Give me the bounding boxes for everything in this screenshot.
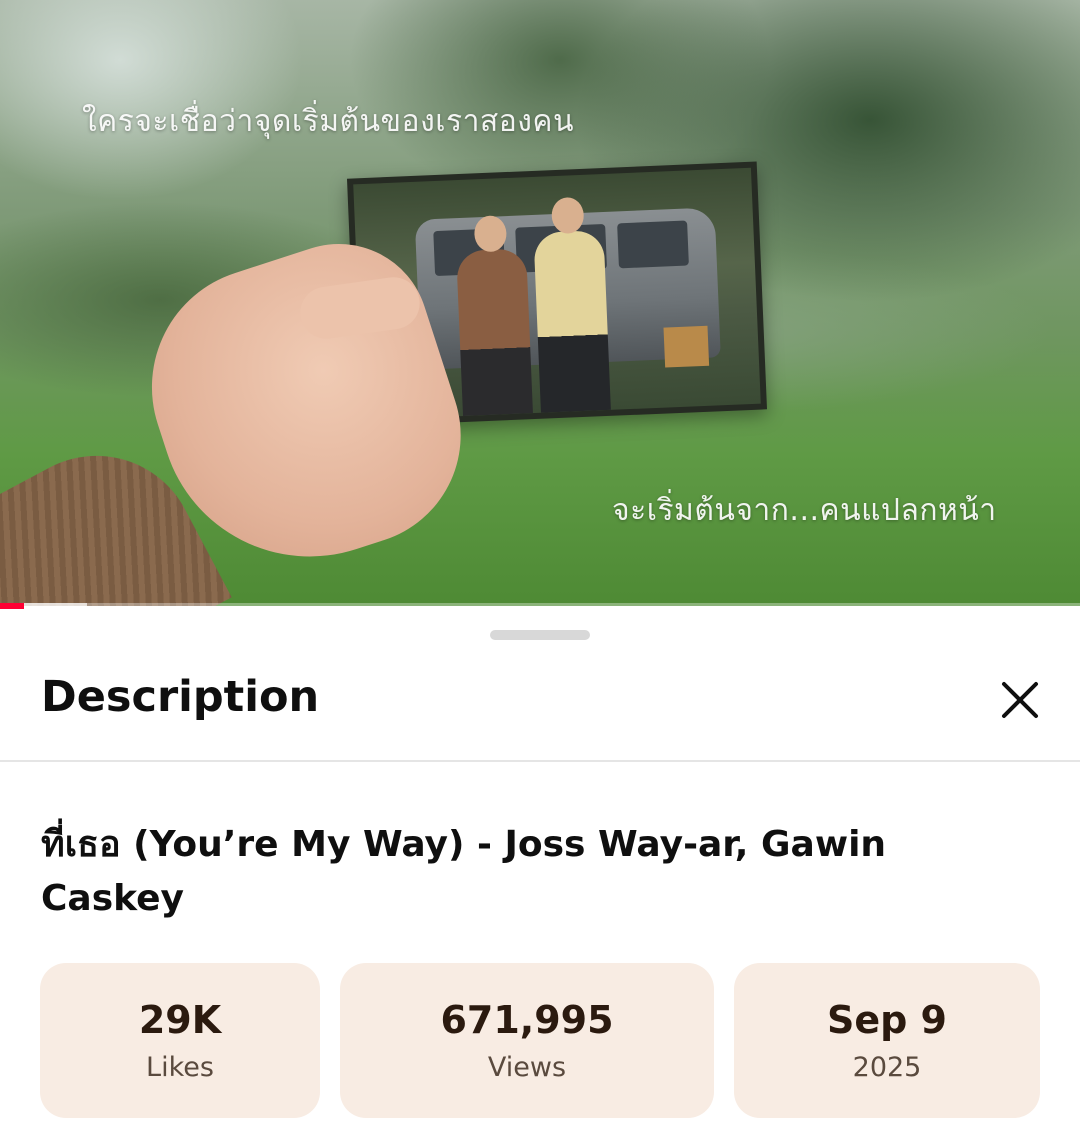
publish-year: 2025 bbox=[852, 1052, 922, 1083]
progress-played bbox=[0, 603, 24, 609]
likes-label: Likes bbox=[146, 1052, 214, 1083]
close-button[interactable] bbox=[990, 670, 1050, 730]
close-icon bbox=[1002, 682, 1038, 718]
likes-count: 29K bbox=[138, 998, 222, 1042]
views-stat: 671,995 Views bbox=[340, 963, 714, 1118]
person-left bbox=[456, 215, 533, 417]
video-progress-bar[interactable] bbox=[0, 603, 1080, 609]
sheet-title: Description bbox=[41, 672, 320, 722]
publish-date-stat: Sep 9 2025 bbox=[734, 963, 1040, 1118]
wooden-crate bbox=[663, 325, 710, 368]
views-label: Views bbox=[487, 1052, 567, 1083]
video-player[interactable]: ใครจะเชื่อว่าจุดเริ่มต้นของเราสองคน จะเร… bbox=[0, 0, 1080, 606]
drag-handle[interactable] bbox=[490, 630, 590, 640]
van-window bbox=[617, 220, 689, 269]
divider bbox=[0, 760, 1080, 762]
video-title: ที่เธอ (You’re My Way) - Joss Way-ar, Ga… bbox=[41, 824, 887, 919]
views-count: 671,995 bbox=[440, 998, 614, 1042]
video-subtitle-top: ใครจะเชื่อว่าจุดเริ่มต้นของเราสองคน bbox=[82, 104, 574, 139]
person-right bbox=[533, 196, 611, 413]
video-subtitle-bottom: จะเริ่มต้นจาก...คนแปลกหน้า bbox=[612, 493, 997, 528]
description-sheet: Description ที่เธอ (You’re My Way) - Jos… bbox=[0, 610, 1080, 1135]
publish-date: Sep 9 bbox=[826, 998, 947, 1042]
likes-stat: 29K Likes bbox=[40, 963, 320, 1118]
